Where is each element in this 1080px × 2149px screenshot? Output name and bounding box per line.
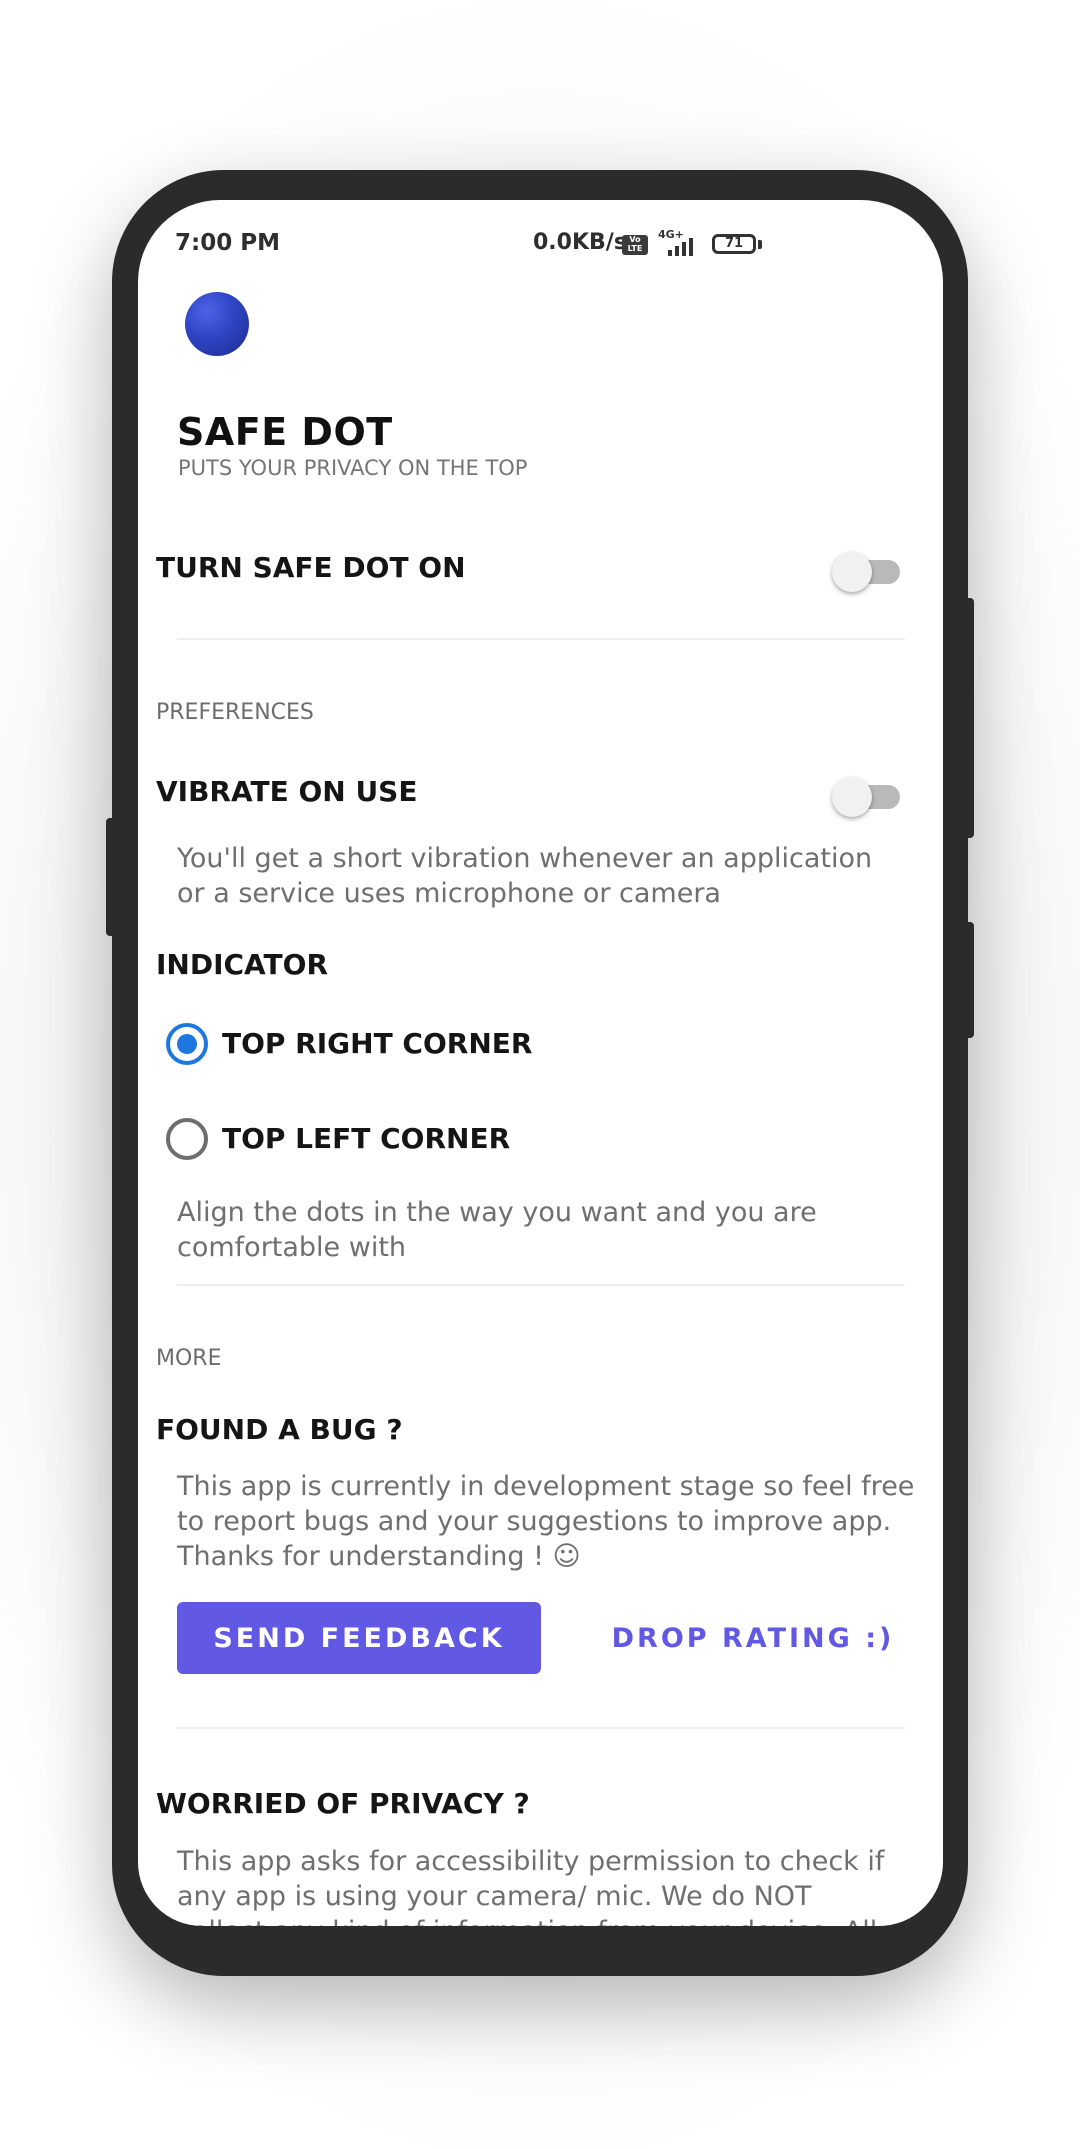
bug-description: This app is currently in development sta…	[177, 1471, 915, 1572]
battery-tip	[758, 240, 762, 249]
indicator-description: Align the dots in the way you want and y…	[177, 1197, 817, 1263]
radio-label: TOP RIGHT CORNER	[222, 1027, 533, 1060]
status-time: 7:00 PM	[175, 230, 280, 256]
side-button-lower	[964, 922, 974, 1038]
privacy-description: This app asks for accessibility permissi…	[177, 1846, 885, 1926]
indicator-label: INDICATOR	[156, 948, 329, 981]
turn-on-label: TURN SAFE DOT ON	[156, 551, 466, 584]
turn-on-toggle[interactable]	[832, 550, 902, 594]
side-button-upper	[964, 598, 974, 838]
preferences-header: PREFERENCES	[156, 700, 314, 725]
divider	[177, 1284, 905, 1286]
side-button-left	[106, 818, 116, 936]
drop-rating-button[interactable]: DROP RATING :)	[568, 1602, 938, 1674]
radio-selected-icon	[166, 1023, 208, 1065]
vibrate-label: VIBRATE ON USE	[156, 775, 418, 808]
radio-top-left[interactable]: TOP LEFT CORNER	[166, 1109, 586, 1169]
send-feedback-button[interactable]: SEND FEEDBACK	[177, 1602, 541, 1674]
radio-unselected-icon	[166, 1118, 208, 1160]
divider	[177, 1727, 905, 1729]
vibrate-toggle[interactable]	[832, 775, 902, 819]
phone-screen: 7:00 PM 0.0KB/s Vo LTE 4G+ 71 SAFE DOT P…	[138, 200, 943, 1926]
toggle-thumb	[832, 552, 872, 592]
status-network-speed: 0.0KB/s	[533, 230, 627, 255]
radio-label: TOP LEFT CORNER	[222, 1122, 511, 1155]
privacy-title: WORRIED OF PRIVACY ?	[156, 1787, 530, 1820]
app-logo-dot	[185, 292, 249, 356]
battery-icon: 71	[712, 234, 756, 254]
bug-title: FOUND A BUG ?	[156, 1413, 403, 1446]
radio-top-right[interactable]: TOP RIGHT CORNER	[166, 1014, 586, 1074]
vibrate-description: You'll get a short vibration whenever an…	[177, 843, 873, 909]
volte-icon: Vo LTE	[622, 235, 648, 255]
signal-icon	[658, 238, 708, 256]
divider	[177, 638, 905, 640]
app-subtitle: PUTS YOUR PRIVACY ON THE TOP	[178, 456, 528, 480]
more-header: MORE	[156, 1346, 222, 1371]
toggle-thumb	[832, 777, 872, 817]
app-title: SAFE DOT	[177, 410, 393, 454]
